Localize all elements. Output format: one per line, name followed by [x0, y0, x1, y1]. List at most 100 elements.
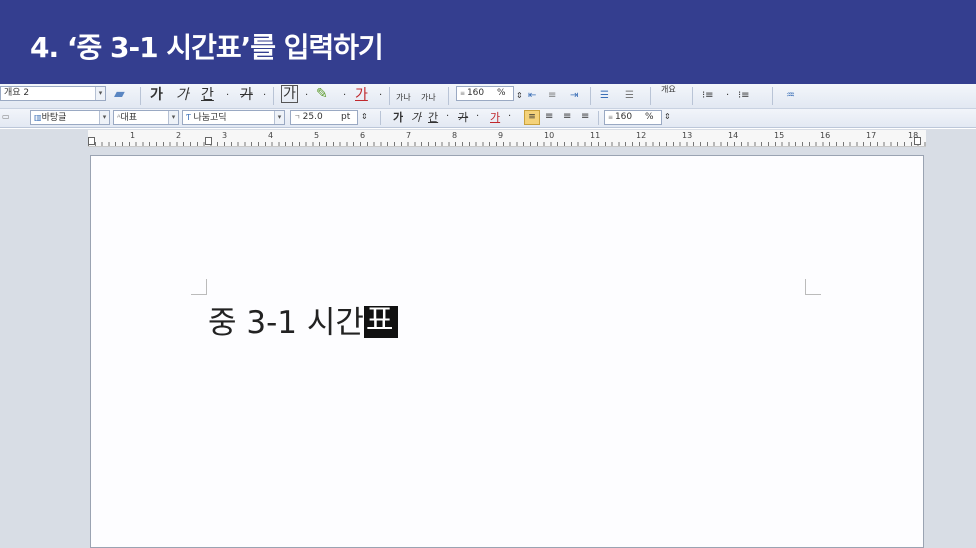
font-name-combo[interactable]: Ƭ 나눔고딕 ▾: [182, 110, 285, 125]
numbered-list-icon[interactable]: ⁝≡: [702, 86, 714, 106]
align-center-icon[interactable]: ≡: [563, 107, 571, 127]
font-size-icon: ㄱ: [294, 113, 303, 121]
font-size-unit: pt: [341, 112, 351, 122]
line-spacing-unit: %: [645, 112, 654, 122]
italic-button[interactable]: 가: [176, 85, 189, 105]
separator: [389, 87, 390, 105]
ruler-label: 7: [406, 131, 412, 140]
separator: [590, 87, 591, 105]
bulleted-list-icon[interactable]: ⁝≡: [738, 86, 750, 106]
bold-button[interactable]: 가: [393, 110, 403, 126]
dropdown-dot-icon[interactable]: ·: [226, 86, 229, 106]
spin-button[interactable]: ⇕: [361, 107, 368, 127]
ruler-label: 8: [452, 131, 458, 140]
align-icon[interactable]: ☰: [600, 86, 609, 106]
horizontal-ruler[interactable]: 1 2 3 4 5 6 7 8 9 10 11 12 13 14 15 16 1…: [88, 130, 926, 147]
font-lang-value: 대표: [120, 113, 138, 123]
style-brush-icon[interactable]: ▰: [114, 84, 125, 104]
spin-button[interactable]: ⇕: [516, 86, 523, 106]
separator: [772, 87, 773, 105]
separator: [273, 87, 274, 105]
ruler-label: 16: [820, 131, 831, 140]
outline-button[interactable]: 개요: [661, 82, 676, 98]
dropdown-dot-icon[interactable]: ·: [446, 107, 449, 127]
chevron-down-icon[interactable]: ▾: [99, 111, 109, 124]
document-text-line[interactable]: 중 3-1 시간 표: [208, 297, 398, 342]
line-spacing-combo-top[interactable]: ≡ 160 %: [456, 86, 514, 101]
indent-right-icon[interactable]: ⇥: [570, 86, 578, 106]
drop-icon[interactable]: ♒: [786, 86, 795, 106]
paragraph-spacing-icon[interactable]: ≡: [548, 86, 556, 106]
composing-char: 표: [365, 303, 394, 338]
align-right-icon[interactable]: ≡: [581, 107, 589, 127]
chevron-down-icon[interactable]: ▾: [95, 87, 105, 100]
italic-button[interactable]: 가: [411, 110, 421, 126]
highlighter-icon[interactable]: ✎: [316, 84, 328, 104]
font-lang-combo[interactable]: ᴬ대표 ▾: [113, 110, 179, 125]
title-banner: 4. ‘중 3-1 시간표’를 입력하기: [0, 0, 976, 84]
document-page[interactable]: 중 3-1 시간 표: [90, 155, 924, 548]
font-size-value: 25.0: [302, 112, 323, 122]
indent-marker[interactable]: [205, 137, 212, 145]
underline-button[interactable]: 간: [201, 85, 214, 105]
dropdown-dot-icon[interactable]: ·: [476, 107, 479, 127]
strikethrough-button[interactable]: 가: [240, 85, 253, 105]
strikethrough-button[interactable]: 가: [458, 110, 468, 126]
line-spacing-icon: ≡: [608, 114, 615, 121]
bold-button[interactable]: 가: [150, 85, 163, 105]
ruler-label: 4: [268, 131, 274, 140]
spin-button[interactable]: ⇕: [664, 107, 671, 127]
font-color-button[interactable]: 가: [490, 110, 500, 126]
dropdown-dot-icon[interactable]: ·: [263, 86, 266, 106]
ruler-label: 1: [130, 131, 136, 140]
ruler-label: 18: [908, 131, 919, 140]
font-color-button[interactable]: 가: [355, 85, 368, 105]
font-size-combo[interactable]: ㄱ 25.0 pt: [290, 110, 358, 125]
text-cursor-composing: 표: [363, 303, 398, 338]
ruler-label: 13: [682, 131, 693, 140]
style-icon: ▥: [34, 113, 42, 122]
char-border-button[interactable]: 가: [281, 85, 298, 103]
dropdown-dot-icon[interactable]: ·: [305, 86, 308, 106]
chevron-down-icon[interactable]: ▾: [168, 111, 178, 124]
dropdown-dot-icon[interactable]: ·: [379, 86, 382, 106]
formatting-toolbar-bottom: ▭ ▥바탕글 ▾ ᴬ대표 ▾ Ƭ 나눔고딕 ▾ ㄱ 25.0 pt ⇕ 가 가 …: [0, 109, 976, 128]
formatting-toolbar-top: 개요 2 ▾ ▰ 가 가 간 · 가 · 가 · ✎ · 가 · 가나 가나 ≡…: [0, 84, 976, 109]
ruler-label: 9: [498, 131, 504, 140]
outline-style-combo[interactable]: 개요 2 ▾: [0, 86, 106, 101]
separator: [692, 87, 693, 105]
align-justify-icon[interactable]: ☰: [625, 86, 634, 106]
align-left-icon[interactable]: ≡: [545, 107, 553, 127]
style-combo[interactable]: ▥바탕글 ▾: [30, 110, 110, 125]
dropdown-dot-icon[interactable]: ·: [508, 107, 511, 127]
ruler-label: 5: [314, 131, 320, 140]
separator: [380, 111, 381, 125]
line-spacing-value: 160: [614, 112, 633, 122]
dropdown-dot-icon[interactable]: ·: [726, 86, 729, 106]
font-name-value: 나눔고딕: [193, 113, 227, 123]
separator: [140, 87, 141, 105]
separator: [650, 87, 651, 105]
separator: [598, 111, 599, 125]
underline-button[interactable]: 간: [428, 110, 438, 126]
char-width-narrow-button[interactable]: 가나: [421, 90, 436, 106]
indent-left-icon[interactable]: ⇤: [528, 86, 536, 106]
margin-corner-mark: [805, 279, 821, 295]
ruler-label: 11: [590, 131, 601, 140]
chevron-down-icon[interactable]: ▾: [274, 111, 284, 124]
ruler-label: 12: [636, 131, 647, 140]
ruler-label: 2: [176, 131, 182, 140]
dropdown-dot-icon[interactable]: ·: [343, 86, 346, 106]
typed-text: 중 3-1 시간: [208, 305, 364, 341]
style-icon: ▭: [2, 112, 10, 121]
left-margin-marker[interactable]: [88, 137, 95, 145]
align-justify-button[interactable]: ≡: [524, 110, 540, 125]
char-width-wide-button[interactable]: 가나: [396, 90, 411, 106]
ruler-label: 17: [866, 131, 877, 140]
style-value: 바탕글: [41, 113, 67, 123]
separator: [448, 87, 449, 105]
margin-corner-mark: [191, 279, 207, 295]
outline-style-value: 개요 2: [4, 88, 30, 98]
line-spacing-combo[interactable]: ≡ 160 %: [604, 110, 662, 125]
ruler-label: 6: [360, 131, 366, 140]
